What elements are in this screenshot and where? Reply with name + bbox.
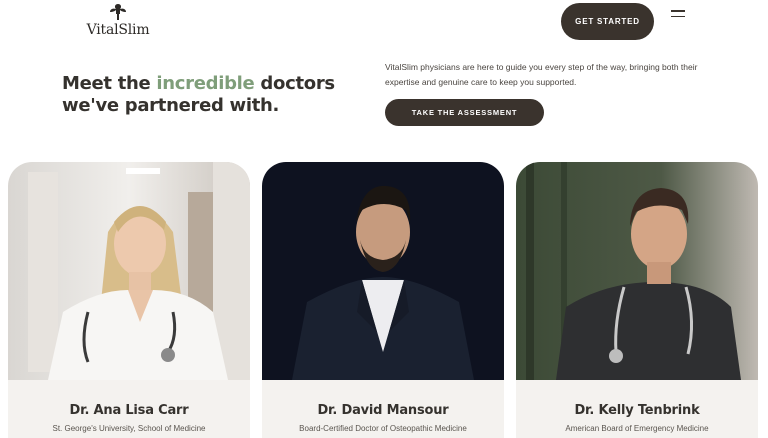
doctor-credential: St. George's University, School of Medic… — [52, 424, 206, 433]
brand-logo[interactable]: VitalSlim — [86, 3, 150, 38]
doctor-caption: Dr. Ana Lisa Carr St. George's Universit… — [8, 380, 250, 438]
intro-paragraph: VitalSlim physicians are here to guide y… — [385, 62, 698, 87]
brand-name: VitalSlim — [86, 22, 150, 38]
doctor-card[interactable]: Dr. David Mansour Board-Certified Doctor… — [262, 162, 504, 438]
leaf-cross-icon — [110, 4, 126, 20]
doctor-name: Dr. David Mansour — [317, 403, 449, 418]
doctor-photo — [8, 162, 250, 380]
doctor-credential: American Board of Emergency Medicine — [565, 424, 709, 433]
doctor-caption: Dr. David Mansour Board-Certified Doctor… — [262, 380, 504, 438]
headline-text: Meet the — [62, 73, 157, 94]
doctor-card[interactable]: Dr. Kelly Tenbrink American Board of Eme… — [516, 162, 758, 438]
doctor-photo — [516, 162, 758, 380]
doctor-credential: Board-Certified Doctor of Osteopathic Me… — [299, 424, 467, 433]
take-assessment-button[interactable]: TAKE THE ASSESSMENT — [385, 99, 544, 126]
headline-line2: we've partnered with. — [62, 95, 280, 116]
get-started-button[interactable]: GET STARTED — [561, 3, 654, 40]
doctor-photo — [262, 162, 504, 380]
doctor-card[interactable]: Dr. Ana Lisa Carr St. George's Universit… — [8, 162, 250, 438]
hamburger-menu-icon[interactable] — [671, 10, 685, 22]
page-title: Meet the incredible doctors we've partne… — [62, 73, 335, 117]
headline-text-end: doctors — [254, 73, 335, 94]
doctor-name: Dr. Ana Lisa Carr — [69, 403, 189, 418]
doctor-caption: Dr. Kelly Tenbrink American Board of Eme… — [516, 380, 758, 438]
headline-accent: incredible — [156, 73, 255, 94]
doctor-name: Dr. Kelly Tenbrink — [574, 403, 700, 418]
